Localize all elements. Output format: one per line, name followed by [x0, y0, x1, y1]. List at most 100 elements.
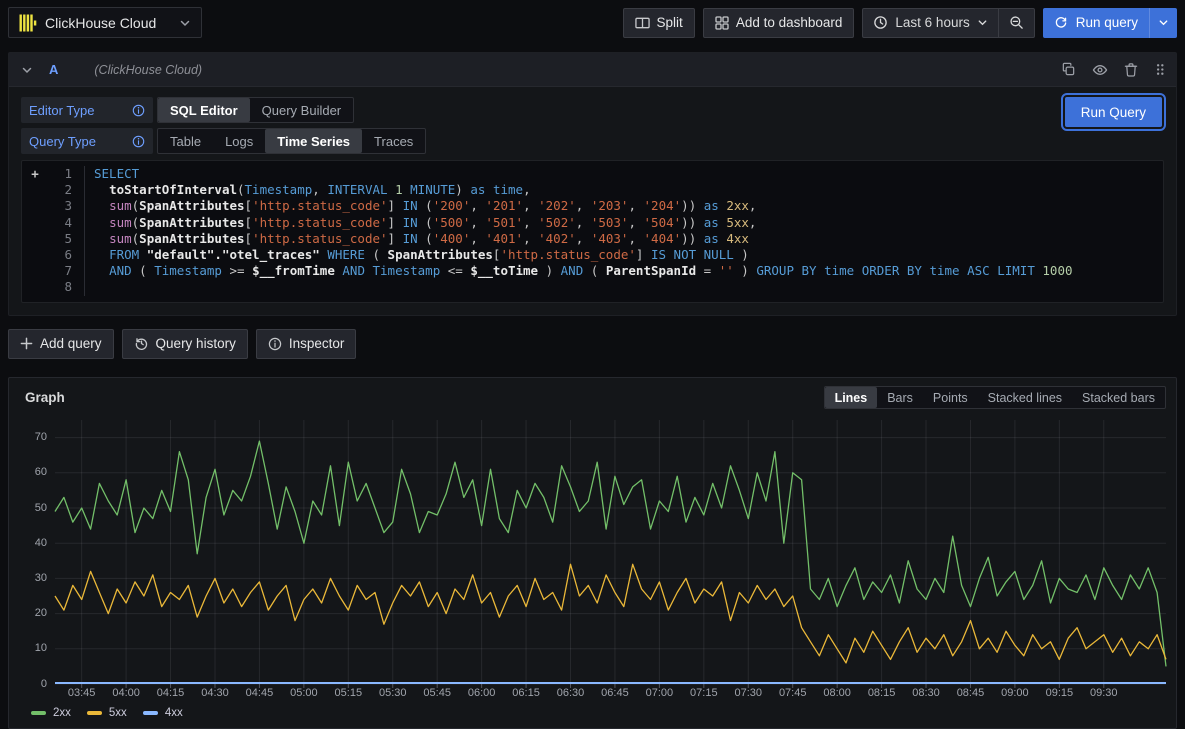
x-axis-label: 08:00 — [823, 687, 851, 699]
info-icon[interactable] — [132, 104, 145, 117]
timeseries-chart — [55, 420, 1166, 684]
y-axis-label: 20 — [35, 607, 47, 619]
query-datasource-note: (ClickHouse Cloud) — [94, 63, 202, 77]
legend-label: 5xx — [109, 707, 127, 719]
legend-swatch — [143, 711, 158, 715]
x-axis-label: 08:30 — [912, 687, 940, 699]
style-stacked-lines[interactable]: Stacked lines — [978, 387, 1072, 408]
delete-query-icon[interactable] — [1124, 62, 1138, 77]
style-bars[interactable]: Bars — [877, 387, 923, 408]
history-icon — [134, 336, 149, 351]
run-query-panel-button[interactable]: Run Query — [1065, 97, 1162, 127]
series-line-2xx — [55, 441, 1166, 666]
plot-region[interactable] — [55, 420, 1166, 684]
option-time-series[interactable]: Time Series — [265, 129, 362, 153]
info-icon[interactable] — [132, 135, 145, 148]
time-range-button[interactable]: Last 6 hours — [863, 9, 997, 37]
query-ref-id[interactable]: A — [49, 62, 58, 77]
x-axis-label: 05:30 — [379, 687, 407, 699]
editor-type-label: Editor Type — [21, 97, 153, 123]
y-axis-label: 70 — [35, 431, 47, 443]
time-picker-group: Last 6 hours — [862, 8, 1034, 38]
duplicate-query-icon[interactable] — [1061, 62, 1076, 77]
explore-toolbar: ClickHouse Cloud Split Add to dashboard — [0, 0, 1185, 45]
editor-type-row: Editor Type SQL Editor Query Builder — [21, 97, 1164, 123]
style-lines[interactable]: Lines — [825, 387, 878, 408]
style-points[interactable]: Points — [923, 387, 978, 408]
legend-item-5xx[interactable]: 5xx — [87, 707, 127, 719]
graph-panel-header: Graph Lines Bars Points Stacked lines St… — [19, 384, 1166, 412]
code-line: 6 FROM "default"."otel_traces" WHERE ( S… — [22, 247, 1163, 263]
add-to-dashboard-button[interactable]: Add to dashboard — [703, 8, 855, 38]
code-line: +1SELECT — [22, 166, 1163, 182]
x-axis-label: 07:45 — [779, 687, 807, 699]
split-button[interactable]: Split — [623, 8, 695, 38]
query-history-button[interactable]: Query history — [122, 329, 248, 359]
legend-item-4xx[interactable]: 4xx — [143, 707, 183, 719]
graph-title: Graph — [19, 390, 65, 405]
x-axis-label: 04:00 — [112, 687, 140, 699]
add-to-dashboard-label: Add to dashboard — [736, 15, 843, 30]
x-axis-label: 06:15 — [512, 687, 540, 699]
add-query-button[interactable]: Add query — [8, 329, 114, 359]
y-axis-label: 30 — [35, 572, 47, 584]
run-query-dropdown-button[interactable] — [1149, 8, 1177, 38]
inspector-button[interactable]: Inspector — [256, 329, 357, 359]
datasource-name: ClickHouse Cloud — [45, 15, 156, 31]
x-axis-label: 08:45 — [957, 687, 985, 699]
legend-label: 2xx — [53, 707, 71, 719]
y-axis-label: 40 — [35, 537, 47, 549]
editor-type-group: SQL Editor Query Builder — [157, 97, 354, 123]
y-axis-label: 50 — [35, 502, 47, 514]
collapse-query-icon[interactable] — [19, 62, 35, 78]
clock-icon — [873, 15, 888, 30]
toggle-visibility-icon[interactable] — [1092, 62, 1108, 78]
zoom-out-icon — [1009, 15, 1024, 30]
time-range-label: Last 6 hours — [895, 15, 969, 30]
x-axis-label: 03:45 — [68, 687, 96, 699]
option-logs[interactable]: Logs — [213, 129, 265, 153]
x-axis-label: 06:30 — [557, 687, 585, 699]
code-line: 8 — [22, 279, 1163, 295]
y-axis-label: 10 — [35, 642, 47, 654]
query-type-label: Query Type — [21, 128, 153, 154]
run-query-label: Run query — [1076, 15, 1138, 30]
datasource-picker[interactable]: ClickHouse Cloud — [8, 7, 202, 38]
line-number: 2 — [48, 182, 72, 198]
query-row-header: A (ClickHouse Cloud) — [9, 53, 1176, 87]
line-number: 4 — [48, 215, 72, 231]
query-type-group: Table Logs Time Series Traces — [157, 128, 426, 154]
option-table[interactable]: Table — [158, 129, 213, 153]
style-stacked-bars[interactable]: Stacked bars — [1072, 387, 1165, 408]
add-line-icon[interactable]: + — [22, 166, 48, 182]
run-query-button[interactable]: Run query — [1043, 8, 1149, 38]
option-sql-editor[interactable]: SQL Editor — [158, 98, 250, 122]
x-axis-label: 09:15 — [1046, 687, 1074, 699]
apps-grid-icon — [715, 16, 729, 30]
option-query-builder[interactable]: Query Builder — [250, 98, 353, 122]
x-axis: 03:4504:0004:1504:3004:4505:0005:1505:30… — [55, 684, 1166, 702]
x-axis-label: 04:15 — [157, 687, 185, 699]
x-axis-label: 05:15 — [335, 687, 363, 699]
y-axis-label: 0 — [41, 678, 47, 690]
zoom-out-time-button[interactable] — [999, 9, 1034, 37]
chevron-down-icon — [977, 17, 988, 28]
line-number: 7 — [48, 263, 72, 279]
x-axis-label: 06:45 — [601, 687, 629, 699]
legend-swatch — [87, 711, 102, 715]
graph-panel: Graph Lines Bars Points Stacked lines St… — [8, 377, 1177, 729]
x-axis-label: 05:45 — [423, 687, 451, 699]
split-icon — [635, 16, 650, 30]
clickhouse-logo-icon — [19, 14, 37, 32]
option-traces[interactable]: Traces — [362, 129, 425, 153]
sql-code-editor[interactable]: +1SELECT2 toStartOfInterval(Timestamp, I… — [21, 160, 1164, 303]
query-actions — [1061, 62, 1166, 78]
x-axis-label: 07:00 — [646, 687, 674, 699]
x-axis-label: 07:30 — [734, 687, 762, 699]
legend-item-2xx[interactable]: 2xx — [31, 707, 71, 719]
line-number: 1 — [48, 166, 72, 182]
code-line: 2 toStartOfInterval(Timestamp, INTERVAL … — [22, 182, 1163, 198]
x-axis-label: 07:15 — [690, 687, 718, 699]
line-number: 5 — [48, 231, 72, 247]
drag-handle-icon[interactable] — [1154, 62, 1166, 77]
